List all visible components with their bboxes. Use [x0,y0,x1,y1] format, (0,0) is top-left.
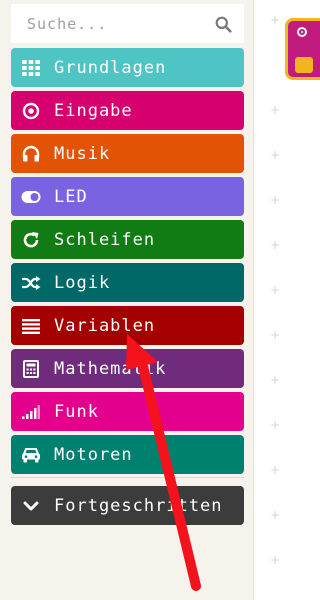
category-fortgeschritten[interactable]: Fortgeschritten [11,486,244,525]
category-variablen[interactable]: Variablen [11,306,244,345]
category-label: Fortgeschritten [54,495,223,516]
search-input[interactable] [11,4,244,43]
category-label: Funk [54,401,99,422]
grid-plus-icon: + [270,328,281,342]
event-block[interactable] [285,18,320,80]
grid-plus-icon: + [270,553,281,567]
calculator-icon [21,359,41,379]
grid-plus-icon: + [270,193,281,207]
search-box [11,4,244,43]
category-label: LED [54,186,88,207]
grid-plus-icon: + [270,463,281,477]
category-label: Musik [54,143,111,164]
chevron-down-icon [21,496,41,516]
category-label: Mathematik [54,358,167,379]
category-musik[interactable]: Musik [11,134,244,173]
category-mathematik[interactable]: Mathematik [11,349,244,388]
block-slot [295,57,313,73]
grid-plus-icon: + [270,373,281,387]
grid-plus-icon: + [270,283,281,297]
category-label: Grundlagen [54,57,167,78]
toolbox: Grundlagen Eingabe Musik LED [0,0,254,600]
toggle-icon [21,187,41,207]
grid-icon [21,58,41,78]
grid-plus-icon: + [270,148,281,162]
list-icon [21,316,41,336]
grid-plus-icon: + [270,238,281,252]
category-funk[interactable]: Funk [11,392,244,431]
grid-plus-icon: + [270,103,281,117]
shuffle-icon [21,273,41,293]
category-eingabe[interactable]: Eingabe [11,91,244,130]
headphones-icon [21,144,41,164]
category-label: Schleifen [54,229,156,250]
category-grundlagen[interactable]: Grundlagen [11,48,244,87]
target-icon [297,27,307,37]
car-icon [21,445,41,465]
target-icon [21,101,41,121]
divider [11,477,244,478]
category-led[interactable]: LED [11,177,244,216]
category-motoren[interactable]: Motoren [11,435,244,474]
signal-bars-icon [21,402,41,422]
grid-plus-icon: + [270,13,281,27]
grid-plus-icon: + [270,418,281,432]
workspace[interactable]: + + + + + + + + + + + + [254,0,320,600]
category-schleifen[interactable]: Schleifen [11,220,244,259]
grid-plus-icon: + [270,508,281,522]
category-label: Eingabe [54,100,133,121]
category-label: Motoren [54,444,133,465]
category-label: Variablen [54,315,156,336]
refresh-icon [21,230,41,250]
search-icon[interactable] [215,16,232,33]
category-logik[interactable]: Logik [11,263,244,302]
category-label: Logik [54,272,111,293]
